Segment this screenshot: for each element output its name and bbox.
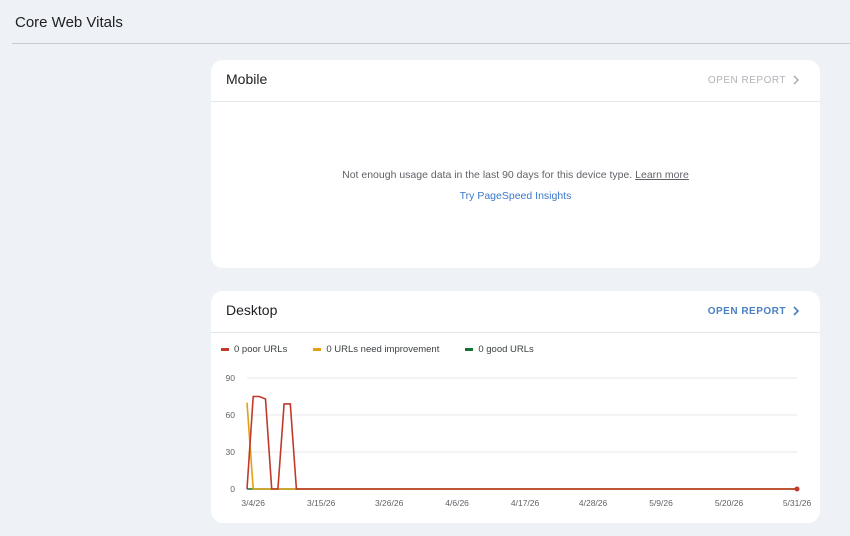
header-divider [12, 43, 850, 44]
x-tick-label: 3/26/26 [375, 498, 404, 508]
desktop-chart: 0 30 60 90 3/4/26 3/15/26 3/26/26 4/6/26 4/17/26… [226, 373, 812, 508]
page-title: Core Web Vitals [15, 14, 123, 31]
no-data-text: Not enough usage data in the last 90 day… [342, 169, 633, 181]
y-tick-label: 60 [226, 410, 236, 420]
x-tick-label: 3/15/26 [307, 498, 336, 508]
mobile-open-report-label: OPEN REPORT [707, 74, 786, 86]
series-line [246, 402, 797, 490]
end-point-marker [794, 486, 800, 492]
x-tick-label: 4/6/26 [445, 498, 469, 508]
chevron-right-icon [793, 75, 800, 85]
y-tick-label: 30 [226, 447, 236, 457]
y-tick-label: 90 [226, 373, 236, 383]
mobile-card: Mobile OPEN REPORT Not enough usage data… [211, 60, 820, 268]
mobile-open-report-button[interactable]: OPEN REPORT [708, 74, 802, 86]
x-tick-label: 3/4/26 [241, 498, 265, 508]
mobile-card-title: Mobile [226, 71, 268, 87]
x-tick-label: 5/20/26 [715, 498, 744, 508]
learn-more-link[interactable]: Learn more [635, 169, 689, 181]
x-tick-label: 5/31/26 [783, 498, 812, 508]
no-data-message: Not enough usage data in the last 90 day… [211, 169, 820, 181]
pagespeed-insights-link[interactable]: Try PageSpeed Insights [211, 190, 820, 202]
desktop-card: Desktop OPEN REPORT 0 poor URLs 0 URLs n… [211, 291, 820, 523]
mobile-card-header: Mobile OPEN REPORT [211, 60, 820, 102]
x-tick-label: 5/9/26 [649, 498, 673, 508]
y-tick-label: 0 [230, 484, 235, 494]
x-tick-label: 4/17/26 [511, 498, 540, 508]
series-line [246, 395, 797, 490]
x-tick-label: 4/28/26 [579, 498, 608, 508]
